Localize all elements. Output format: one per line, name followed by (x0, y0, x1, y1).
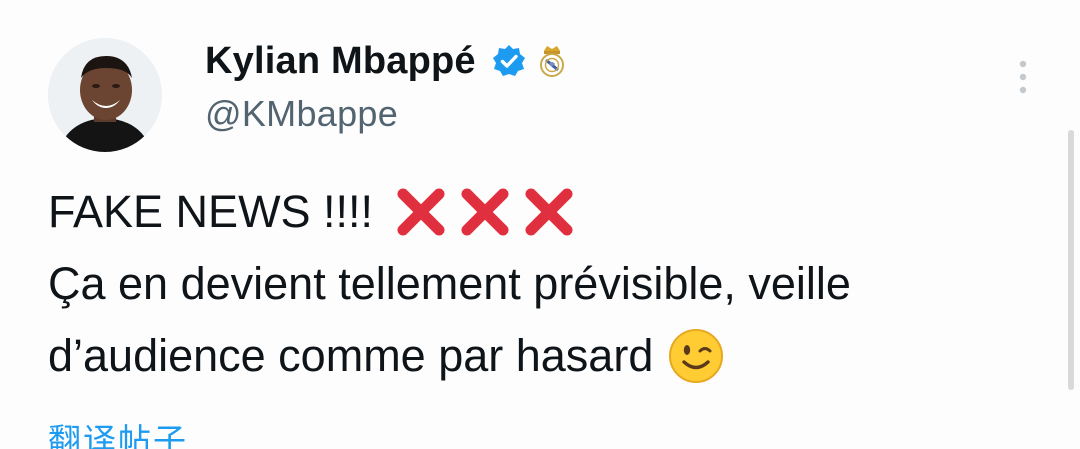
tweet-card: Kylian Mbappé @KMbappe FAKE NEWS !!!! Ça… (0, 0, 1080, 449)
avatar[interactable] (48, 38, 162, 152)
tweet-text-line-3: d’audience comme par hasard (48, 330, 654, 381)
scrollbar[interactable] (1068, 130, 1074, 390)
author-name-row: Kylian Mbappé (205, 36, 566, 86)
tweet-line-2: Ça en devient tellement prévisible, veil… (48, 248, 1048, 320)
author-handle[interactable]: @KMbappe (205, 93, 398, 135)
cross-mark-icon (521, 184, 577, 240)
tweet-line-3: d’audience comme par hasard (48, 320, 1048, 392)
translate-post-link[interactable]: 翻译帖子 (48, 414, 188, 449)
tweet-line-1: FAKE NEWS !!!! (48, 176, 1048, 248)
tweet-text-line-2: Ça en devient tellement prévisible, veil… (48, 258, 851, 309)
author-display-name[interactable]: Kylian Mbappé (205, 40, 476, 83)
real-madrid-crest-icon (538, 44, 566, 78)
cross-mark-icon (457, 184, 513, 240)
verified-badge-icon[interactable] (492, 44, 526, 78)
cross-mark-icon (393, 184, 449, 240)
winking-face-icon (667, 327, 725, 385)
tweet-body: FAKE NEWS !!!! Ça en devient tellement p… (48, 176, 1048, 392)
more-options-icon[interactable] (1012, 55, 1034, 99)
tweet-text-line-1: FAKE NEWS !!!! (48, 186, 374, 237)
